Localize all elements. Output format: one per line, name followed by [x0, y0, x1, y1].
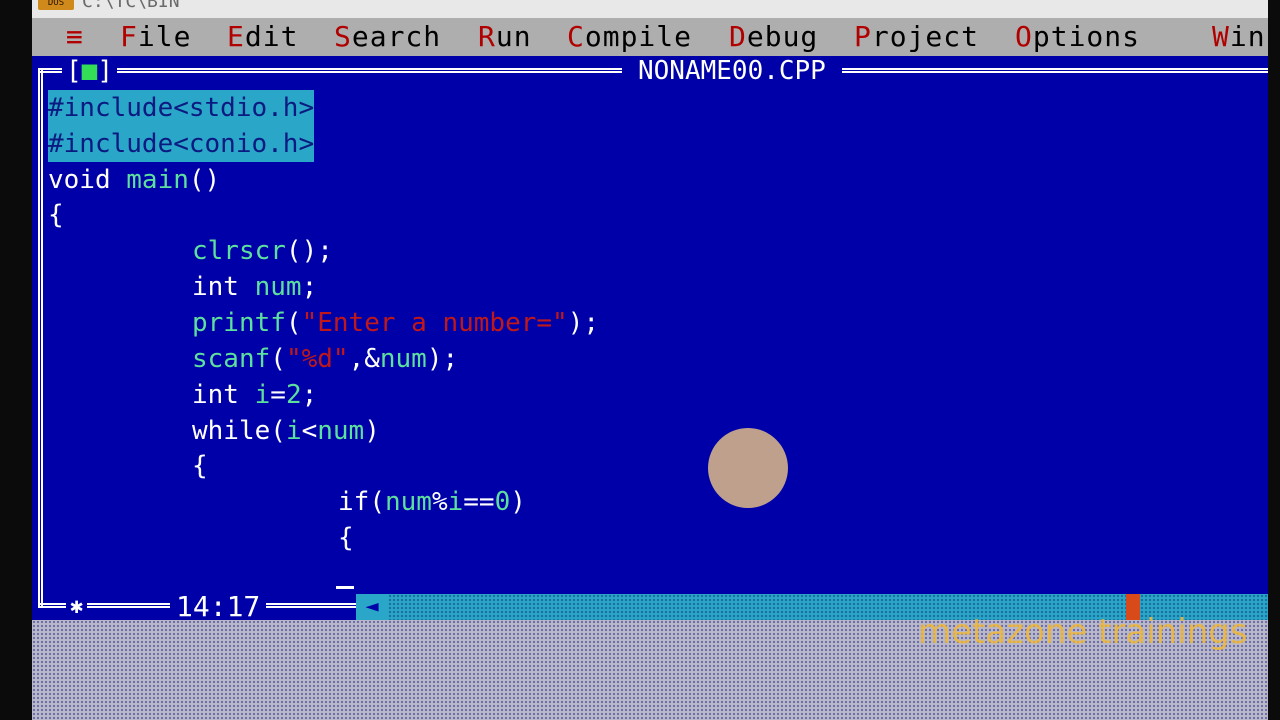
code-line-12[interactable]: if(num%i==0): [338, 484, 526, 520]
menu-edit[interactable]: Edit: [227, 18, 298, 56]
menu-window[interactable]: Win: [1212, 18, 1266, 56]
system-menu-icon[interactable]: ≡: [66, 18, 84, 56]
right-letterbox: [1268, 0, 1280, 720]
close-box-button[interactable]: [■]: [62, 58, 117, 84]
menu-options[interactable]: Options: [1015, 18, 1140, 56]
code-line-4[interactable]: {: [48, 197, 64, 233]
watermark-text: metazone trainings: [918, 612, 1248, 652]
code-line-3[interactable]: void main(): [48, 162, 220, 198]
cursor-position: 14:17: [170, 592, 267, 620]
menu-project[interactable]: Project: [854, 18, 979, 56]
editor-frame-left: [38, 68, 43, 608]
menu-bar: ≡ File Edit Search Run Compile Debug Pro…: [32, 18, 1268, 56]
dos-app-icon: DOS: [38, 0, 74, 10]
menu-compile[interactable]: Compile: [567, 18, 692, 56]
mouse-pointer-highlight: [708, 428, 788, 508]
code-line-11[interactable]: {: [192, 448, 208, 484]
code-line-2[interactable]: #include<conio.h>: [48, 126, 315, 162]
code-line-1[interactable]: #include<stdio.h>: [48, 90, 315, 126]
code-line-9[interactable]: int i=2;: [192, 377, 317, 413]
modified-indicator-icon: ✱: [66, 594, 88, 620]
close-box-icon: ■: [81, 56, 98, 86]
code-line-8[interactable]: scanf("%d",&num);: [192, 341, 458, 377]
menu-file[interactable]: File: [120, 18, 191, 56]
code-line-13[interactable]: {: [338, 520, 354, 556]
menu-search[interactable]: Search: [334, 18, 441, 56]
scroll-left-arrow-icon[interactable]: ◄: [356, 594, 388, 620]
left-letterbox: [0, 0, 32, 720]
window-title-bar: DOS C:\TC\BIN: [32, 0, 1268, 18]
code-line-7[interactable]: printf("Enter a number=");: [192, 305, 599, 341]
code-line-10[interactable]: while(i<num): [192, 413, 380, 449]
text-cursor: [336, 586, 354, 589]
file-name-title: NONAME00.CPP: [622, 57, 842, 85]
editor-window[interactable]: [■] NONAME00.CPP #include<stdio.h> #incl…: [32, 56, 1268, 620]
code-line-5[interactable]: clrscr();: [192, 233, 333, 269]
window-title: C:\TC\BIN: [82, 0, 180, 12]
code-line-6[interactable]: int num;: [192, 269, 317, 305]
menu-run[interactable]: Run: [478, 18, 532, 56]
menu-debug[interactable]: Debug: [729, 18, 818, 56]
